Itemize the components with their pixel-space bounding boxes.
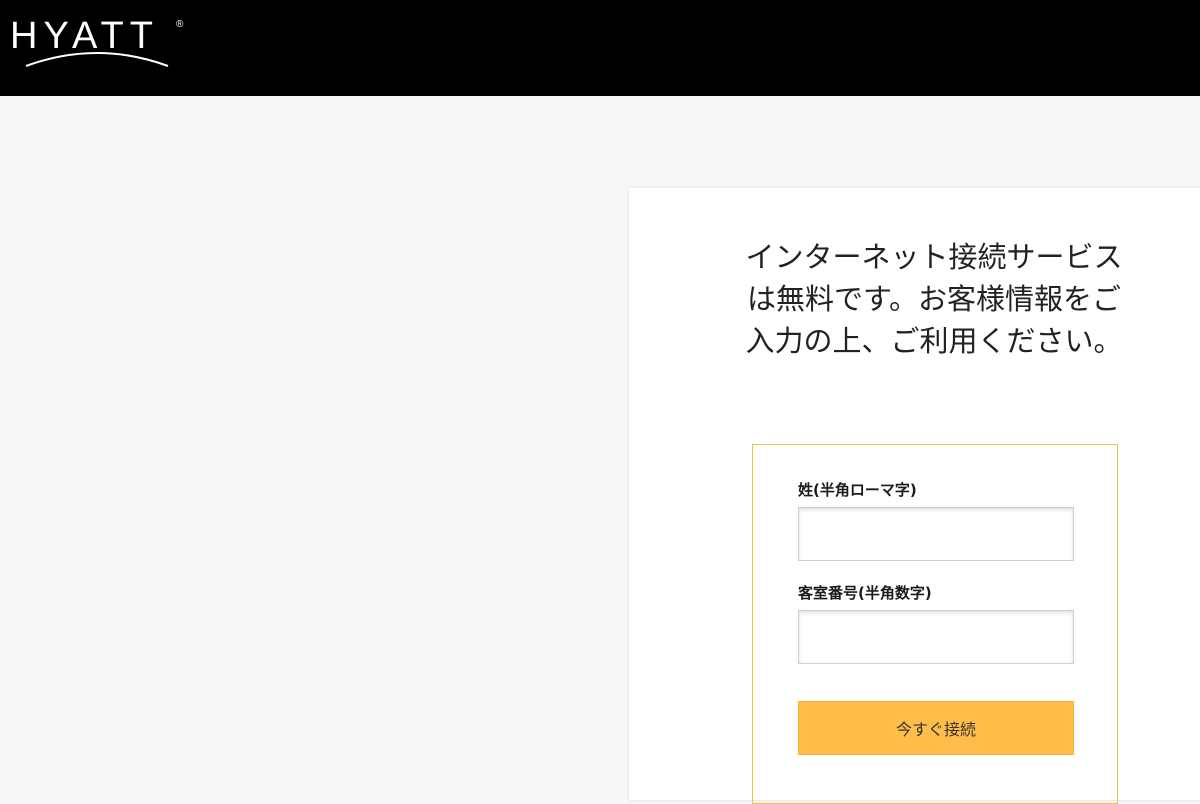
- top-bar: HYATT ®: [0, 0, 1200, 96]
- logo-arc-icon: [25, 52, 169, 67]
- surname-label: 姓(半角ローマ字): [798, 481, 917, 499]
- room-number-label: 客室番号(半角数字): [798, 584, 932, 602]
- registered-mark: ®: [176, 19, 184, 30]
- room-number-input[interactable]: [798, 610, 1074, 664]
- page-headline: インターネット接続サービスは無料です。お客様情報をご入力の上、ご利用ください。: [745, 240, 1123, 358]
- login-card: インターネット接続サービスは無料です。お客様情報をご入力の上、ご利用ください。 …: [629, 188, 1200, 804]
- surname-input[interactable]: [798, 507, 1074, 561]
- connect-form: 姓(半角ローマ字) 客室番号(半角数字) 今すぐ接続: [752, 444, 1118, 804]
- hyatt-logo[interactable]: HYATT ®: [10, 14, 184, 68]
- connect-now-button[interactable]: 今すぐ接続: [798, 701, 1074, 755]
